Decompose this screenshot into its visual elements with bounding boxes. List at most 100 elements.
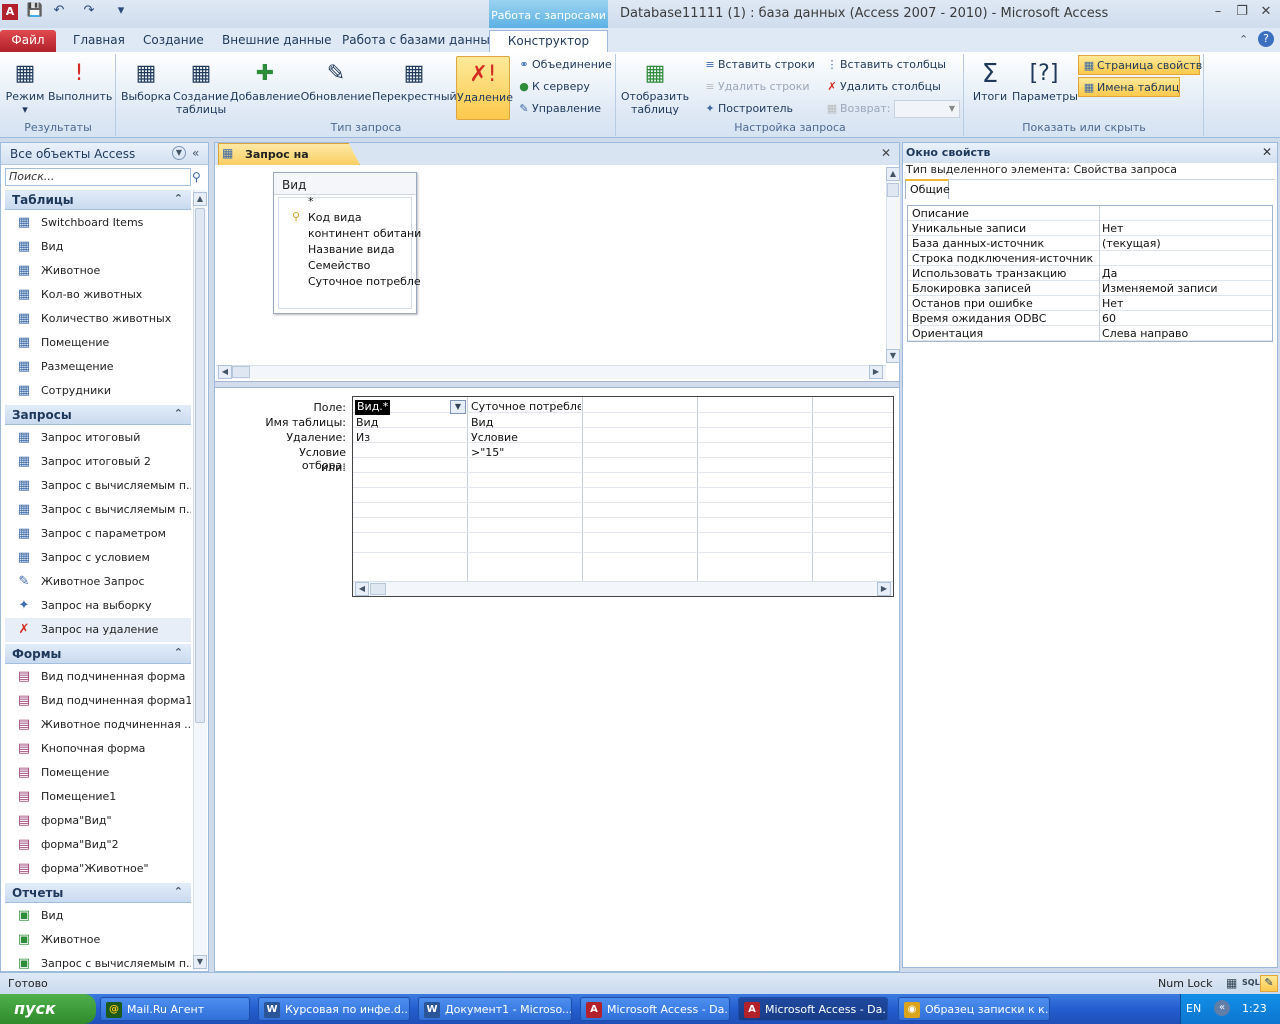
nav-collapse-icon[interactable]: « — [192, 146, 199, 160]
nav-item[interactable]: ▦ Запрос с вычисляемым п... — [5, 498, 191, 522]
append-button[interactable]: ✚ Добавление — [230, 56, 300, 120]
chevron-up-icon[interactable]: ⌃ — [174, 407, 183, 420]
property-row[interactable]: Описание — [908, 206, 1272, 221]
property-value[interactable]: Нет — [1102, 222, 1270, 235]
tab-create[interactable]: Создание — [133, 30, 214, 52]
totals-button[interactable]: Σ Итоги — [970, 56, 1010, 120]
property-sheet-close-icon[interactable]: ✕ — [1262, 145, 1272, 159]
nav-item[interactable]: ✎ Животное Запрос — [5, 570, 191, 594]
undo-icon[interactable]: ↶ — [50, 3, 68, 21]
nav-item[interactable]: ▦ Животное — [5, 259, 191, 283]
nav-scroll-thumb[interactable] — [195, 208, 205, 723]
property-value[interactable]: (текущая) — [1102, 237, 1270, 250]
nav-item[interactable]: ▤ Вид подчиненная форма — [5, 665, 191, 689]
nav-item[interactable]: ▦ Запрос с параметром — [5, 522, 191, 546]
qat-customize-icon[interactable]: ▾ — [112, 3, 130, 21]
nav-item[interactable]: ▤ форма"Животное" — [5, 857, 191, 881]
upper-scroll-down-icon[interactable]: ▼ — [886, 349, 900, 363]
grid-table-cell[interactable]: Вид — [356, 416, 378, 431]
nav-group-header[interactable]: Запросы ⌃ — [5, 405, 191, 425]
property-value[interactable]: Нет — [1102, 297, 1270, 310]
field-dropdown-icon[interactable]: ▼ — [450, 400, 466, 414]
grid-field-cell[interactable]: Суточное потреблен — [471, 400, 581, 415]
property-row[interactable]: Уникальные записи Нет — [908, 221, 1272, 236]
chevron-up-icon[interactable]: ⌃ — [174, 885, 183, 898]
nav-menu-dropdown-icon[interactable]: ▼ — [172, 146, 186, 160]
field-item[interactable]: Суточное потребле — [308, 275, 421, 291]
upper-hscroll-thumb[interactable] — [232, 366, 250, 378]
property-row[interactable]: Ориентация Слева направо — [908, 326, 1272, 341]
grid-scroll-right-icon[interactable]: ▶ — [877, 582, 891, 596]
tab-external-data[interactable]: Внешние данные — [212, 30, 341, 52]
grid-hscrollbar[interactable] — [353, 581, 893, 596]
crosstab-button[interactable]: ▦ Перекрестный — [372, 56, 457, 120]
nav-header-title[interactable]: Все объекты Access — [10, 147, 135, 161]
property-row[interactable]: Использовать транзакцию Да — [908, 266, 1272, 281]
nav-item[interactable]: ▦ Кол-во животных — [5, 283, 191, 307]
upper-vscroll-thumb[interactable] — [887, 183, 899, 197]
nav-item[interactable]: ▦ Запрос итоговый — [5, 426, 191, 450]
property-row[interactable]: Блокировка записей Изменяемой записи — [908, 281, 1272, 296]
nav-scroll-down-icon[interactable]: ▼ — [193, 955, 207, 969]
redo-icon[interactable]: ↷ — [80, 3, 98, 21]
nav-group-header[interactable]: Формы ⌃ — [5, 644, 191, 664]
design-view-icon[interactable]: ✎ — [1260, 975, 1278, 992]
property-row[interactable]: Строка подключения-источник — [908, 251, 1272, 266]
language-indicator[interactable]: EN — [1186, 1002, 1201, 1015]
field-item[interactable]: континент обитани — [308, 227, 421, 243]
nav-item[interactable]: ▦ Запрос с условием — [5, 546, 191, 570]
chevron-up-icon[interactable]: ⌃ — [174, 646, 183, 659]
nav-item[interactable]: ▦ Запрос итоговый 2 — [5, 450, 191, 474]
update-button[interactable]: ✎ Обновление — [300, 56, 372, 120]
view-button[interactable]: ▦ Режим ▾ — [2, 56, 48, 120]
union-button[interactable]: ⚭ Объединение — [514, 55, 611, 75]
nav-item[interactable]: ▦ Сотрудники — [5, 379, 191, 403]
nav-item[interactable]: ▦ Вид — [5, 235, 191, 259]
taskbar-button[interactable]: W Курсовая по инфе.d... — [258, 997, 410, 1021]
property-value[interactable]: Да — [1102, 267, 1270, 280]
delete-rows-button[interactable]: ≡ Удалить строки — [700, 77, 809, 97]
taskbar-button[interactable]: A Microsoft Access - Da... — [580, 997, 730, 1021]
property-row[interactable]: База данных-источник (текущая) — [908, 236, 1272, 251]
insert-rows-button[interactable]: ≡ Вставить строки — [700, 55, 814, 75]
nav-item[interactable]: ▤ Помещение1 — [5, 785, 191, 809]
parameters-button[interactable]: [?] Параметры — [1012, 56, 1078, 120]
nav-item[interactable]: ▦ Switchboard Items — [5, 211, 191, 235]
upper-hscrollbar[interactable] — [216, 365, 886, 379]
table-names-button[interactable]: ▦ Имена таблиц — [1078, 77, 1180, 97]
access-logo-icon[interactable]: A — [2, 4, 18, 20]
property-value[interactable]: Изменяемой записи — [1102, 282, 1270, 295]
start-button[interactable]: пуск — [0, 994, 96, 1024]
property-row[interactable]: Время ожидания ODBC 60 — [908, 311, 1272, 326]
nav-scroll-up-icon[interactable]: ▲ — [193, 192, 207, 206]
nav-group-header[interactable]: Таблицы ⌃ — [5, 190, 191, 210]
field-list-table-vid[interactable]: Вид * ⚲ Код вида континент обитани Назва… — [273, 172, 421, 314]
nav-item[interactable]: ✦ Запрос на выборку — [5, 594, 191, 618]
nav-item[interactable]: ▦ Количество животных — [5, 307, 191, 331]
taskbar-button[interactable]: A Microsoft Access - Da... — [738, 997, 888, 1021]
tab-file[interactable]: Файл — [0, 30, 56, 52]
show-table-button[interactable]: ▦ Отобразить таблицу — [620, 56, 690, 120]
make-table-button[interactable]: ▦ Создание таблицы — [172, 56, 230, 120]
delete-columns-button[interactable]: ✗ Удалить столбцы — [822, 77, 940, 97]
property-sheet-button[interactable]: ▦ Страница свойств — [1078, 55, 1202, 75]
upper-scroll-up-icon[interactable]: ▲ — [886, 167, 900, 181]
ribbon-minimize-icon[interactable]: ⌃ — [1239, 33, 1248, 46]
pass-through-button[interactable]: ● К серверу — [514, 77, 590, 97]
view-datasheet-icon[interactable]: ▦ — [1226, 976, 1237, 990]
nav-item[interactable]: ▣ Вид — [5, 904, 191, 928]
builder-button[interactable]: ✦ Построитель — [700, 99, 793, 119]
taskbar-button[interactable]: ◉ Образец записки к к... — [898, 997, 1050, 1021]
delete-query-button[interactable]: ✗! Удаление — [456, 56, 513, 120]
query-design-grid[interactable]: Вид.* ▼ Вид Из Суточное потреблен Вид Ус… — [352, 396, 894, 597]
document-tab-delete-query[interactable]: Запрос на удаление — [218, 143, 360, 165]
taskbar-button[interactable]: W Документ1 - Microso... — [418, 997, 572, 1021]
field-list-title[interactable]: Вид — [274, 173, 416, 195]
data-definition-button[interactable]: ✎ Управление — [514, 99, 601, 119]
grid-delete-cell[interactable]: Условие — [471, 431, 518, 446]
close-document-icon[interactable]: ✕ — [881, 146, 891, 160]
grid-hscroll-thumb[interactable] — [370, 583, 386, 595]
property-tab-general[interactable]: Общие — [905, 179, 950, 199]
field-item[interactable]: * — [308, 195, 314, 211]
sql-view-button[interactable]: SQL — [1242, 978, 1260, 987]
